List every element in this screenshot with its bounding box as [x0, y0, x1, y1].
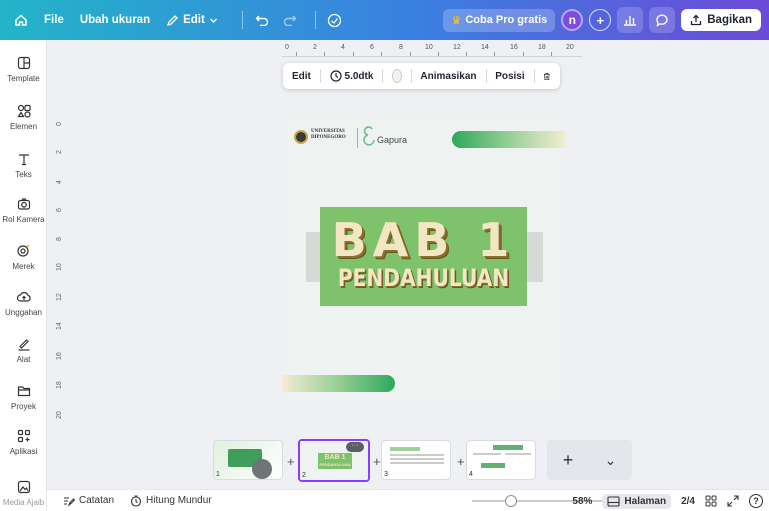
design-page[interactable]: UNIVERSITAS DIPONEGORO Gapura BAB 1 PEND…: [282, 118, 565, 403]
upload-icon: [16, 292, 31, 302]
sidebar-item-apps[interactable]: Aplikasi: [0, 429, 47, 456]
sidebar-item-elements[interactable]: Elemen: [0, 104, 47, 131]
page-thumbnail-1[interactable]: 1: [213, 440, 283, 480]
notes-icon: [64, 496, 75, 507]
page-thumbnail-3[interactable]: 3: [381, 440, 451, 480]
insert-page-button[interactable]: +: [457, 454, 465, 469]
help-button[interactable]: ?: [749, 494, 763, 508]
sidebar-item-projects[interactable]: Proyek: [0, 384, 47, 411]
sidebar-item-uploads[interactable]: Unggahan: [0, 290, 47, 317]
insights-button[interactable]: [617, 7, 644, 33]
comment-button[interactable]: [649, 7, 676, 33]
slide-title[interactable]: BAB 1: [320, 213, 527, 267]
left-sidebar: Template Elemen Teks Rol Kamera Merek Un…: [0, 40, 47, 511]
vertical-ruler: 0 2 4 6 8 10 12 14 16 18 20: [56, 122, 63, 419]
comment-icon: [656, 14, 668, 27]
resize-menu[interactable]: Ubah ukuran: [80, 14, 150, 26]
animate-button[interactable]: Animasikan: [420, 71, 476, 82]
page-thumbnail-4[interactable]: 4: [466, 440, 536, 480]
try-pro-button[interactable]: ♛ Coba Pro gratis: [443, 8, 556, 32]
sidebar-item-brand[interactable]: Merek: [0, 242, 47, 271]
redo-button[interactable]: [279, 9, 301, 31]
home-button[interactable]: [8, 7, 34, 33]
horizontal-ruler: 0 2 4 6 8 10 12 14 16 18 20: [282, 43, 582, 57]
pages-button[interactable]: Halaman: [602, 493, 672, 509]
gapura-brand-text: Gapura: [377, 135, 408, 145]
chevron-down-icon: [209, 18, 217, 23]
background-color-button[interactable]: [392, 69, 402, 83]
sidebar-item-draw[interactable]: Alat: [0, 337, 47, 364]
logo-divider: [357, 128, 358, 148]
magic-media-icon: [17, 480, 30, 494]
topbar-right-group: ♛ Coba Pro gratis n + Bagikan: [443, 7, 761, 33]
sync-status-button[interactable]: [324, 9, 346, 31]
insert-page-button[interactable]: +: [373, 454, 381, 469]
timer-button[interactable]: Hitung Mundur: [130, 494, 212, 507]
text-icon: [18, 154, 29, 166]
user-avatar[interactable]: n: [561, 9, 584, 31]
sidebar-item-camera-roll[interactable]: Rol Kamera: [0, 197, 47, 224]
invite-button[interactable]: +: [589, 9, 612, 31]
cloud-check-icon: [328, 13, 342, 27]
chevron-down-icon[interactable]: ⌄: [605, 452, 617, 469]
sidebar-item-text[interactable]: Teks: [0, 152, 47, 179]
redo-icon: [283, 15, 297, 26]
timer-icon: [130, 494, 142, 507]
bottom-right-controls: 58% Halaman 2/4 ?: [572, 490, 763, 511]
edit-button[interactable]: Edit: [292, 71, 311, 82]
add-page-button[interactable]: + ⌄: [547, 440, 632, 480]
gapura-logo-icon: [363, 126, 375, 146]
element-toolbar: Edit 5.0dtk Animasikan Posisi: [283, 63, 560, 89]
plus-icon: +: [562, 449, 574, 470]
position-button[interactable]: Posisi: [495, 71, 524, 82]
pages-icon: [607, 495, 620, 507]
draw-icon: [18, 339, 29, 351]
camera-icon: [17, 198, 30, 210]
title-box[interactable]: BAB 1 PENDAHULUAN: [320, 207, 527, 306]
undo-icon: [255, 15, 269, 26]
upload-share-icon: [691, 14, 702, 26]
sidebar-item-magic-media[interactable]: Media Ajaib: [0, 480, 47, 507]
page-counter: 2/4: [681, 495, 695, 507]
clock-icon: [329, 70, 342, 82]
notes-button[interactable]: Catatan: [63, 495, 114, 507]
share-button[interactable]: Bagikan: [681, 9, 761, 31]
pencil-icon: [167, 14, 179, 26]
undo-button[interactable]: [251, 9, 273, 31]
crown-icon: ♛: [451, 14, 462, 27]
university-name: UNIVERSITAS DIPONEGORO: [311, 129, 346, 140]
fullscreen-icon[interactable]: [727, 495, 739, 507]
trash-icon[interactable]: [543, 70, 551, 83]
insert-page-button[interactable]: +: [287, 454, 295, 469]
top-gradient-bar[interactable]: [452, 131, 565, 148]
bottom-gradient-bar[interactable]: [282, 375, 395, 392]
more-options-icon[interactable]: ···: [346, 442, 364, 452]
zoom-slider-handle[interactable]: [505, 495, 518, 507]
page-thumbnail-2[interactable]: BAB 1 PENDAHULUAN ··· 2: [298, 439, 370, 482]
apps-icon: [17, 429, 30, 443]
zoom-level[interactable]: 58%: [572, 496, 592, 507]
bottom-bar: Catatan Hitung Mundur 58% Halaman 2/4 ?: [47, 489, 769, 511]
thumbnail-photo: [252, 459, 272, 479]
divider: [241, 11, 243, 29]
elements-icon: [16, 104, 31, 118]
bar-chart-icon: [624, 16, 637, 26]
slide-subtitle[interactable]: PENDAHULUAN: [337, 264, 511, 292]
file-menu[interactable]: File: [44, 14, 64, 26]
plus-icon: +: [596, 12, 605, 28]
university-seal-logo: [294, 130, 308, 144]
edit-menu[interactable]: Edit: [166, 14, 218, 27]
duration-button[interactable]: 5.0dtk: [329, 70, 373, 82]
template-icon: [17, 56, 30, 70]
grid-view-icon[interactable]: [705, 495, 717, 507]
top-bar: File Ubah ukuran Edit ♛ Coba Pro gratis …: [0, 0, 769, 40]
brand-icon: [16, 244, 30, 257]
sidebar-item-template[interactable]: Template: [0, 56, 47, 83]
home-icon: [15, 14, 27, 26]
divider: [314, 11, 316, 29]
folder-icon: [17, 386, 30, 397]
